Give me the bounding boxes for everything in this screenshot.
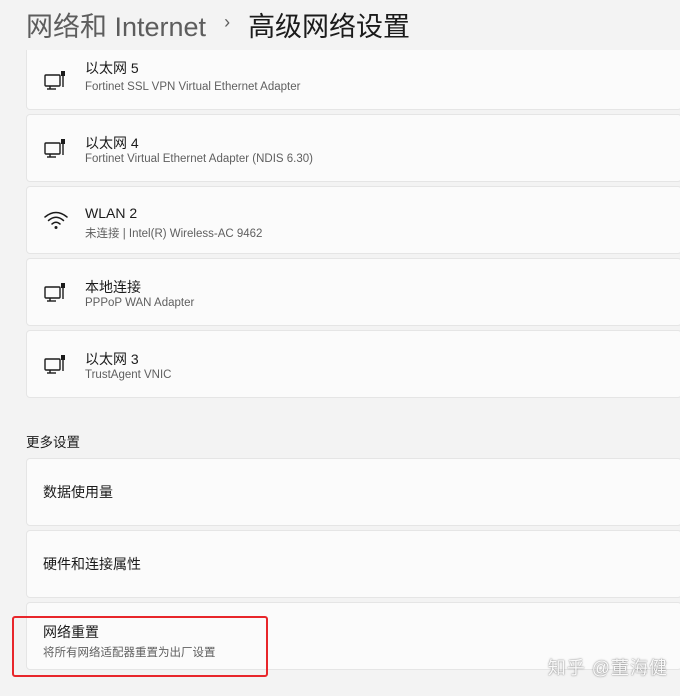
setting-label: 网络重置 (43, 624, 99, 640)
adapter-name: 以太网 4 (85, 135, 139, 151)
adapter-description: TrustAgent VNIC (85, 369, 172, 381)
setting-label: 数据使用量 (43, 484, 113, 500)
adapter-card-ethernet-5[interactable]: 以太网 5 Fortinet SSL VPN Virtual Ethernet … (26, 50, 680, 110)
adapter-card-ethernet-4[interactable]: 以太网 4 Fortinet Virtual Ethernet Adapter … (26, 114, 680, 182)
adapter-description: 未连接 | Intel(R) Wireless-AC 9462 (85, 228, 263, 240)
ethernet-icon (43, 353, 69, 375)
ethernet-icon (43, 69, 69, 91)
adapter-name: 本地连接 (85, 279, 141, 295)
ethernet-icon (43, 137, 69, 159)
section-title-more-settings: 更多设置 (26, 435, 80, 450)
chevron-right-icon: › (224, 11, 231, 32)
adapter-name: WLAN 2 (85, 205, 138, 221)
adapter-description: Fortinet Virtual Ethernet Adapter (NDIS … (85, 153, 313, 165)
adapter-description: PPPoP WAN Adapter (85, 297, 195, 309)
wifi-icon (43, 209, 69, 231)
adapter-name: 以太网 5 (85, 60, 139, 76)
adapter-card-ethernet-3[interactable]: 以太网 3 TrustAgent VNIC (26, 330, 680, 398)
breadcrumb: 网络和 Internet › 高级网络设置 (26, 0, 410, 48)
adapter-card-wlan-2[interactable]: WLAN 2 未连接 | Intel(R) Wireless-AC 9462 (26, 186, 680, 254)
hardware-connection-properties-button[interactable]: 硬件和连接属性 (26, 530, 680, 598)
data-usage-button[interactable]: 数据使用量 (26, 458, 680, 526)
adapter-name: 以太网 3 (85, 351, 139, 367)
setting-description: 将所有网络适配器重置为出厂设置 (43, 647, 216, 659)
ethernet-icon (43, 281, 69, 303)
adapter-description: Fortinet SSL VPN Virtual Ethernet Adapte… (85, 81, 301, 93)
page-title: 高级网络设置 (248, 11, 411, 42)
watermark: 知乎 @董海健 (547, 658, 668, 678)
adapter-card-local-connection[interactable]: 本地连接 PPPoP WAN Adapter (26, 258, 680, 326)
breadcrumb-parent-link[interactable]: 网络和 Internet (26, 5, 206, 44)
setting-label: 硬件和连接属性 (43, 556, 141, 572)
